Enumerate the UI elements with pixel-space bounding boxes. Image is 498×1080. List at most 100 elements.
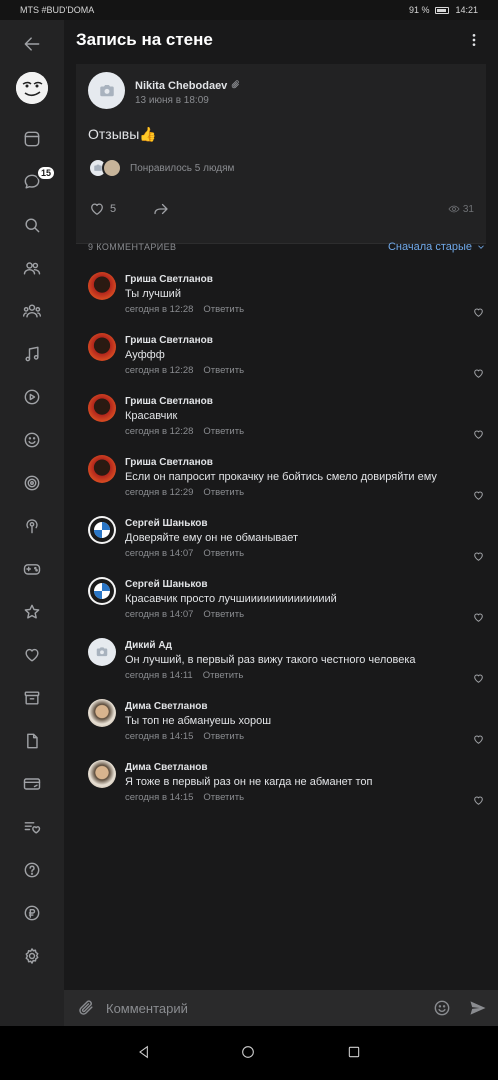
comment-like-button[interactable] [472,306,486,320]
emoji-button[interactable] [432,998,452,1018]
reply-button[interactable]: Ответить [203,365,244,376]
commenter-name[interactable]: Гриша Светланов [125,457,213,468]
sort-label: Сначала старые [387,241,472,253]
reply-button[interactable]: Ответить [203,670,244,681]
sidebar-item-likes[interactable] [16,639,48,671]
comment-like-button[interactable] [472,550,486,564]
sidebar-item-stickers[interactable] [16,424,48,456]
commenter-name[interactable]: Сергей Шаньков [125,518,207,529]
card-icon [23,778,41,790]
reply-button[interactable]: Ответить [203,609,244,620]
sidebar-item-podcasts[interactable] [16,510,48,542]
nav-recents-button[interactable] [346,1044,364,1062]
comment-like-button[interactable] [472,794,486,808]
sidebar-item-clips[interactable] [16,467,48,499]
commenter-avatar[interactable] [88,760,116,788]
sidebar-item-communities[interactable] [16,295,48,327]
comment-item: Сергей Шаньков Доверяйте ему он не обманы… [76,516,486,577]
commenter-name[interactable]: Гриша Светланов [125,396,213,407]
sidebar-item-vkpay[interactable] [16,897,48,929]
like-button[interactable]: 5 [88,200,116,218]
comment-like-button[interactable] [472,611,486,625]
sidebar-item-news[interactable] [16,123,48,155]
sort-order-button[interactable]: Сначала старые [388,241,486,253]
podcast-icon [26,519,38,534]
commenter-name[interactable]: Дима Светланов [125,762,208,773]
sidebar-rail: 15 [0,20,64,1026]
comment-item: Дима Светланов Ты топ не абмануешь хорош с… [76,699,486,760]
commenter-avatar[interactable] [88,455,116,483]
commenter-name[interactable]: Гриша Светланов [125,274,213,285]
comment-input[interactable] [106,998,416,1018]
reply-button[interactable]: Ответить [203,487,244,498]
author-avatar[interactable] [88,72,125,109]
reply-button[interactable]: Ответить [203,548,244,559]
comment-text: Доверяйте ему он не обманывает [125,532,299,544]
sidebar-item-wishlist[interactable] [16,811,48,843]
commenter-name[interactable]: Дикий Ад [125,640,172,651]
commenter-name[interactable]: Гриша Светланов [125,335,213,346]
comment-meta: сегодня в 14:07 Ответить [125,609,244,620]
sidebar-item-archive[interactable] [16,682,48,714]
comment-like-button[interactable] [472,733,486,747]
comments-header: 9 КОММЕНТАРИЕВ Сначала старые [76,240,486,260]
messages-count-badge: 15 [36,165,57,181]
commenter-avatar[interactable] [88,699,116,727]
meme-face-icon [16,72,48,104]
reply-button[interactable]: Ответить [203,731,244,742]
target-icon [24,475,40,491]
carrier-label: MTS #BUD'DOMA [20,5,95,15]
nav-home-button[interactable] [240,1044,258,1062]
author-name[interactable]: Nikita Chebodaev [135,79,241,92]
friends-icon [23,262,41,275]
comment-text: Красавчик [125,410,178,422]
sidebar-item-friends[interactable] [16,252,48,284]
commenter-avatar[interactable] [88,638,116,666]
commenter-name[interactable]: Дима Светланов [125,701,208,712]
comment-text: Я тоже в первый раз он не кагда не абман… [125,776,373,788]
comment-like-button[interactable] [472,428,486,442]
likers-row[interactable]: Понравилось 5 людям [88,157,234,179]
sidebar-item-payments[interactable] [16,768,48,800]
reply-button[interactable]: Ответить [203,426,244,437]
heart-icon [91,203,103,215]
commenter-avatar[interactable] [88,272,116,300]
back-button[interactable] [16,28,48,60]
sidebar-item-documents[interactable] [16,725,48,757]
bmw-logo-icon [90,518,114,542]
comment-time: сегодня в 14:11 [125,670,193,681]
chevron-down-icon [478,245,484,249]
share-button[interactable] [152,200,170,223]
sidebar-item-bookmarks[interactable] [16,596,48,628]
commenter-avatar[interactable] [88,577,116,605]
wall-post: Nikita Chebodaev 13 июня в 18:09 Отзывы👍… [76,64,486,244]
more-vertical-icon [472,34,476,46]
comment-like-button[interactable] [472,672,486,686]
profile-avatar[interactable] [16,72,48,104]
post-text: Отзывы👍 [88,126,157,142]
more-options-button[interactable] [464,30,484,50]
camera-icon [99,84,114,96]
comment-text: Если он папросит прокачку не бойтись сме… [125,471,437,483]
like-count: 5 [110,203,117,215]
sidebar-item-help[interactable] [16,854,48,886]
commenter-name[interactable]: Сергей Шаньков [125,579,207,590]
send-button[interactable] [468,998,488,1018]
sidebar-item-music[interactable] [16,338,48,370]
reply-button[interactable]: Ответить [203,304,244,315]
sidebar-item-search[interactable] [16,209,48,241]
heart-icon [474,735,483,744]
attach-button[interactable] [76,998,96,1018]
heart-icon [25,648,39,662]
nav-back-button[interactable] [136,1044,154,1062]
sidebar-item-games[interactable] [16,553,48,585]
commenter-avatar[interactable] [88,516,116,544]
comment-like-button[interactable] [472,367,486,381]
reply-button[interactable]: Ответить [203,792,244,803]
commenter-avatar[interactable] [88,394,116,422]
heart-icon [474,613,483,622]
sidebar-item-video[interactable] [16,381,48,413]
sidebar-item-settings[interactable] [16,940,48,972]
comment-like-button[interactable] [472,489,486,503]
commenter-avatar[interactable] [88,333,116,361]
